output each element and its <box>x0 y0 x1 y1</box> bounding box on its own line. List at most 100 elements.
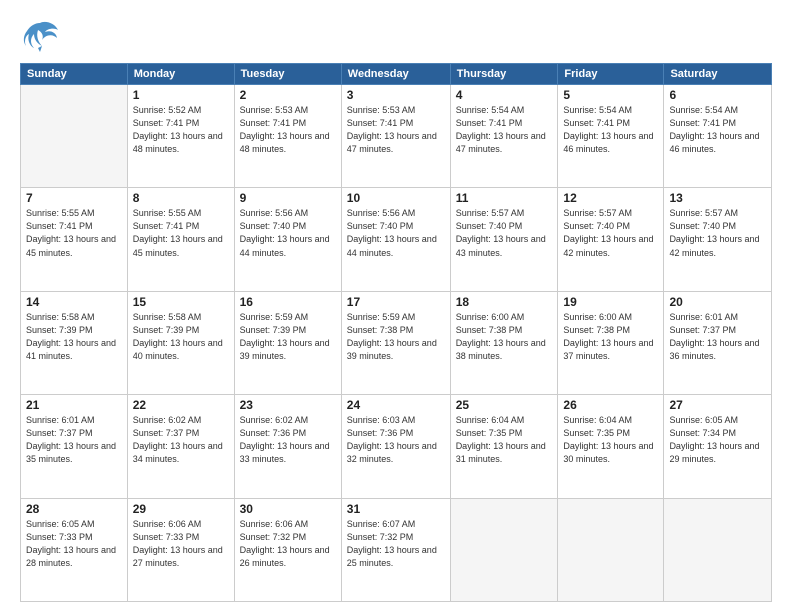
weekday-header-thursday: Thursday <box>450 64 558 85</box>
calendar-cell: 24Sunrise: 6:03 AMSunset: 7:36 PMDayligh… <box>341 395 450 498</box>
page: SundayMondayTuesdayWednesdayThursdayFrid… <box>0 0 792 612</box>
day-info: Sunrise: 5:57 AMSunset: 7:40 PMDaylight:… <box>563 207 658 259</box>
calendar-cell: 17 Sunrise: 5:59 AMSunset: 7:38 PMDayligh… <box>341 291 450 394</box>
day-number: 30 <box>240 502 336 516</box>
day-number: 9 <box>240 191 336 205</box>
day-number: 24 <box>347 398 445 412</box>
calendar-cell: 31 Sunrise: 6:07 AMSunset: 7:32 PMDayligh… <box>341 498 450 601</box>
day-number: 5 <box>563 88 658 102</box>
calendar-cell: 18 Sunrise: 6:00 AMSunset: 7:38 PMDayligh… <box>450 291 558 394</box>
calendar-cell: 28 Sunrise: 6:05 AMSunset: 7:33 PMDayligh… <box>21 498 128 601</box>
calendar-cell: 10Sunrise: 5:56 AMSunset: 7:40 PMDayligh… <box>341 188 450 291</box>
calendar-cell: 19 Sunrise: 6:00 AMSunset: 7:38 PMDayligh… <box>558 291 664 394</box>
calendar-cell: 27Sunrise: 6:05 AMSunset: 7:34 PMDayligh… <box>664 395 772 498</box>
day-number: 31 <box>347 502 445 516</box>
weekday-header-sunday: Sunday <box>21 64 128 85</box>
calendar-cell: 6Sunrise: 5:54 AMSunset: 7:41 PMDaylight… <box>664 85 772 188</box>
week-row-2: 7 Sunrise: 5:55 AMSunset: 7:41 PMDaylight… <box>21 188 772 291</box>
day-number: 11 <box>456 191 553 205</box>
calendar-cell: 25 Sunrise: 6:04 AMSunset: 7:35 PMDayligh… <box>450 395 558 498</box>
day-info: Sunrise: 5:57 AMSunset: 7:40 PMDaylight:… <box>669 207 766 259</box>
day-number: 2 <box>240 88 336 102</box>
day-number: 6 <box>669 88 766 102</box>
day-info: Sunrise: 6:05 AMSunset: 7:33 PMDaylight:… <box>26 518 122 570</box>
calendar-cell: 15 Sunrise: 5:58 AMSunset: 7:39 PMDayligh… <box>127 291 234 394</box>
day-number: 20 <box>669 295 766 309</box>
day-info: Sunrise: 5:53 AMSunset: 7:41 PMDaylight:… <box>240 104 336 156</box>
calendar-cell: 16 Sunrise: 5:59 AMSunset: 7:39 PMDayligh… <box>234 291 341 394</box>
day-info: Sunrise: 6:04 AMSunset: 7:35 PMDaylight:… <box>456 414 553 466</box>
weekday-header-monday: Monday <box>127 64 234 85</box>
day-number: 15 <box>133 295 229 309</box>
day-number: 17 <box>347 295 445 309</box>
day-info: Sunrise: 5:52 AMSunset: 7:41 PMDaylight:… <box>133 104 229 156</box>
day-info: Sunrise: 6:01 AMSunset: 7:37 PMDaylight:… <box>669 311 766 363</box>
day-info: Sunrise: 6:02 AMSunset: 7:36 PMDaylight:… <box>240 414 336 466</box>
calendar-cell: 23Sunrise: 6:02 AMSunset: 7:36 PMDayligh… <box>234 395 341 498</box>
day-info: Sunrise: 5:55 AMSunset: 7:41 PMDaylight:… <box>26 207 122 259</box>
day-number: 28 <box>26 502 122 516</box>
day-number: 3 <box>347 88 445 102</box>
day-info: Sunrise: 5:59 AMSunset: 7:38 PMDaylight:… <box>347 311 445 363</box>
weekday-header-wednesday: Wednesday <box>341 64 450 85</box>
day-number: 19 <box>563 295 658 309</box>
day-info: Sunrise: 5:56 AMSunset: 7:40 PMDaylight:… <box>240 207 336 259</box>
weekday-header-tuesday: Tuesday <box>234 64 341 85</box>
day-info: Sunrise: 5:58 AMSunset: 7:39 PMDaylight:… <box>26 311 122 363</box>
day-info: Sunrise: 6:07 AMSunset: 7:32 PMDaylight:… <box>347 518 445 570</box>
week-row-4: 21Sunrise: 6:01 AMSunset: 7:37 PMDayligh… <box>21 395 772 498</box>
weekday-header-saturday: Saturday <box>664 64 772 85</box>
day-number: 8 <box>133 191 229 205</box>
calendar-cell: 13 Sunrise: 5:57 AMSunset: 7:40 PMDayligh… <box>664 188 772 291</box>
calendar-cell: 29 Sunrise: 6:06 AMSunset: 7:33 PMDayligh… <box>127 498 234 601</box>
day-info: Sunrise: 6:00 AMSunset: 7:38 PMDaylight:… <box>456 311 553 363</box>
day-number: 26 <box>563 398 658 412</box>
day-info: Sunrise: 6:00 AMSunset: 7:38 PMDaylight:… <box>563 311 658 363</box>
calendar-cell: 20 Sunrise: 6:01 AMSunset: 7:37 PMDayligh… <box>664 291 772 394</box>
weekday-header-friday: Friday <box>558 64 664 85</box>
logo <box>20 18 62 53</box>
calendar-cell <box>664 498 772 601</box>
day-number: 14 <box>26 295 122 309</box>
calendar-cell: 22 Sunrise: 6:02 AMSunset: 7:37 PMDayligh… <box>127 395 234 498</box>
weekday-header-row: SundayMondayTuesdayWednesdayThursdayFrid… <box>21 64 772 85</box>
calendar-cell <box>21 85 128 188</box>
day-number: 12 <box>563 191 658 205</box>
calendar-cell: 2 Sunrise: 5:53 AMSunset: 7:41 PMDaylight… <box>234 85 341 188</box>
calendar-cell: 5 Sunrise: 5:54 AMSunset: 7:41 PMDaylight… <box>558 85 664 188</box>
calendar-cell: 12 Sunrise: 5:57 AMSunset: 7:40 PMDayligh… <box>558 188 664 291</box>
calendar-cell: 21Sunrise: 6:01 AMSunset: 7:37 PMDayligh… <box>21 395 128 498</box>
day-info: Sunrise: 6:02 AMSunset: 7:37 PMDaylight:… <box>133 414 229 466</box>
week-row-3: 14 Sunrise: 5:58 AMSunset: 7:39 PMDayligh… <box>21 291 772 394</box>
day-number: 16 <box>240 295 336 309</box>
day-number: 7 <box>26 191 122 205</box>
day-info: Sunrise: 5:58 AMSunset: 7:39 PMDaylight:… <box>133 311 229 363</box>
calendar-cell <box>558 498 664 601</box>
calendar-cell: 1 Sunrise: 5:52 AMSunset: 7:41 PMDaylight… <box>127 85 234 188</box>
day-info: Sunrise: 5:55 AMSunset: 7:41 PMDaylight:… <box>133 207 229 259</box>
day-info: Sunrise: 5:54 AMSunset: 7:41 PMDaylight:… <box>563 104 658 156</box>
week-row-5: 28 Sunrise: 6:05 AMSunset: 7:33 PMDayligh… <box>21 498 772 601</box>
day-info: Sunrise: 6:01 AMSunset: 7:37 PMDaylight:… <box>26 414 122 466</box>
day-info: Sunrise: 6:05 AMSunset: 7:34 PMDaylight:… <box>669 414 766 466</box>
day-info: Sunrise: 6:06 AMSunset: 7:33 PMDaylight:… <box>133 518 229 570</box>
day-number: 18 <box>456 295 553 309</box>
logo-icon <box>20 18 60 53</box>
day-number: 22 <box>133 398 229 412</box>
calendar-cell: 26 Sunrise: 6:04 AMSunset: 7:35 PMDayligh… <box>558 395 664 498</box>
calendar-cell: 3 Sunrise: 5:53 AMSunset: 7:41 PMDaylight… <box>341 85 450 188</box>
day-number: 4 <box>456 88 553 102</box>
week-row-1: 1 Sunrise: 5:52 AMSunset: 7:41 PMDaylight… <box>21 85 772 188</box>
day-number: 1 <box>133 88 229 102</box>
calendar-cell: 4Sunrise: 5:54 AMSunset: 7:41 PMDaylight… <box>450 85 558 188</box>
day-info: Sunrise: 6:04 AMSunset: 7:35 PMDaylight:… <box>563 414 658 466</box>
day-info: Sunrise: 5:59 AMSunset: 7:39 PMDaylight:… <box>240 311 336 363</box>
calendar-cell: 8 Sunrise: 5:55 AMSunset: 7:41 PMDaylight… <box>127 188 234 291</box>
day-number: 13 <box>669 191 766 205</box>
day-info: Sunrise: 5:53 AMSunset: 7:41 PMDaylight:… <box>347 104 445 156</box>
calendar-cell: 14 Sunrise: 5:58 AMSunset: 7:39 PMDayligh… <box>21 291 128 394</box>
calendar-cell: 9 Sunrise: 5:56 AMSunset: 7:40 PMDaylight… <box>234 188 341 291</box>
day-number: 25 <box>456 398 553 412</box>
day-number: 29 <box>133 502 229 516</box>
calendar-cell: 7 Sunrise: 5:55 AMSunset: 7:41 PMDaylight… <box>21 188 128 291</box>
